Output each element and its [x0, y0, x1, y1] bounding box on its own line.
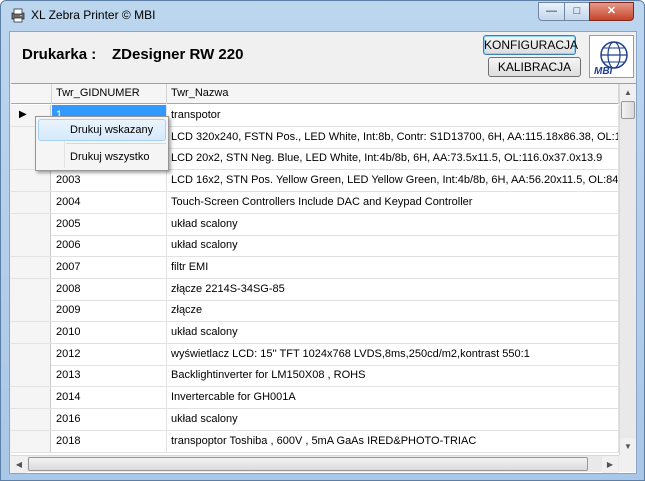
- scroll-left-icon[interactable]: ◀: [11, 456, 27, 473]
- menu-item-print-all[interactable]: Drukuj wszystko: [38, 146, 166, 168]
- cell-gidnumer[interactable]: 2006: [52, 235, 167, 257]
- table-row[interactable]: 2008 złącze 2214S-34SG-85: [11, 278, 619, 301]
- column-header-gidnumer[interactable]: Twr_GIDNUMER: [52, 84, 167, 104]
- table-row[interactable]: 2010 układ scalony: [11, 322, 619, 344]
- context-menu: Drukuj wskazany Drukuj wszystko: [35, 116, 169, 171]
- cell-nazwa[interactable]: Touch-Screen Controllers Include DAC and…: [167, 191, 619, 213]
- scroll-right-icon[interactable]: ▶: [602, 456, 618, 473]
- cell-gidnumer[interactable]: 2004: [52, 191, 167, 213]
- cell-nazwa[interactable]: LCD 16x2, STN Pos. Yellow Green, LED Yel…: [167, 170, 619, 192]
- cell-gidnumer[interactable]: 2009: [52, 300, 167, 322]
- table-row[interactable]: 2007 filtr EMI: [11, 256, 619, 279]
- printer-app-icon: [11, 8, 25, 23]
- window-title: XL Zebra Printer © MBI: [31, 8, 156, 22]
- cell-nazwa[interactable]: złącze: [167, 300, 619, 322]
- config-button[interactable]: KONFIGURACJA: [483, 35, 578, 55]
- printer-label: Drukarka :: [22, 46, 97, 63]
- current-row-arrow-icon: ▶: [19, 109, 27, 120]
- table-row[interactable]: 2005 układ scalony: [11, 213, 619, 236]
- row-header[interactable]: [11, 430, 51, 452]
- cell-nazwa[interactable]: układ scalony: [167, 235, 619, 257]
- vertical-scrollbar[interactable]: ▲ ▼: [619, 84, 636, 455]
- grid-header: Twr_GIDNUMER Twr_Nazwa: [11, 84, 619, 104]
- row-header[interactable]: [11, 213, 51, 235]
- vertical-scroll-thumb[interactable]: [621, 101, 635, 119]
- maximize-button[interactable]: □: [564, 2, 590, 21]
- table-row[interactable]: 2013 Backlightinverter for LM150X08 , ROH…: [11, 365, 619, 388]
- cell-nazwa[interactable]: Backlightinverter for LM150X08 , ROHS: [167, 365, 619, 387]
- cell-gidnumer[interactable]: 2013: [52, 365, 167, 387]
- row-header[interactable]: [11, 170, 51, 192]
- table-row[interactable]: 2009 złącze: [11, 300, 619, 323]
- horizontal-scrollbar[interactable]: ◀ ▶: [11, 455, 619, 473]
- scroll-down-icon[interactable]: ▼: [620, 438, 636, 455]
- mbi-globe-icon: MBI: [594, 41, 628, 77]
- cell-nazwa[interactable]: transpotor: [167, 105, 619, 126]
- title-bar[interactable]: XL Zebra Printer © MBI — □ ✕: [1, 1, 644, 29]
- row-header[interactable]: [11, 278, 51, 300]
- cell-nazwa[interactable]: LCD 320x240, FSTN Pos., LED White, Int:8…: [167, 126, 619, 148]
- context-menu-separator: [66, 143, 166, 144]
- menu-item-print-selected[interactable]: Drukuj wskazany: [38, 119, 166, 141]
- row-header[interactable]: [11, 191, 51, 213]
- app-window: XL Zebra Printer © MBI — □ ✕ Drukarka : …: [0, 0, 645, 481]
- cell-gidnumer[interactable]: 2008: [52, 278, 167, 300]
- cell-gidnumer[interactable]: 2010: [52, 322, 167, 343]
- table-row[interactable]: 2014 Invertercable for GH001A: [11, 387, 619, 410]
- table-row[interactable]: 2003 LCD 16x2, STN Pos. Yellow Green, LED…: [11, 170, 619, 193]
- row-header[interactable]: [11, 343, 51, 365]
- table-row[interactable]: 2006 układ scalony: [11, 235, 619, 258]
- calibration-button[interactable]: KALIBRACJA: [488, 57, 581, 77]
- cell-nazwa[interactable]: układ scalony: [167, 408, 619, 430]
- cell-nazwa[interactable]: transpoptor Toshiba , 600V , 5mA GaAs IR…: [167, 430, 619, 452]
- table-row[interactable]: 2016 układ scalony: [11, 408, 619, 431]
- cell-nazwa[interactable]: Invertercable for GH001A: [167, 387, 619, 409]
- column-header-nazwa[interactable]: Twr_Nazwa: [167, 84, 619, 104]
- logo-text: MBI: [594, 66, 613, 77]
- cell-gidnumer[interactable]: 2014: [52, 387, 167, 409]
- row-header-corner: [11, 84, 52, 104]
- cell-nazwa[interactable]: LCD 20x2, STN Neg. Blue, LED White, Int:…: [167, 148, 619, 170]
- scroll-up-icon[interactable]: ▲: [620, 84, 636, 101]
- cell-nazwa[interactable]: złącze 2214S-34SG-85: [167, 278, 619, 300]
- row-header[interactable]: [11, 235, 51, 257]
- row-header[interactable]: [11, 256, 51, 278]
- row-header[interactable]: [11, 387, 51, 409]
- row-header[interactable]: [11, 408, 51, 430]
- minimize-button[interactable]: —: [538, 2, 565, 21]
- cell-gidnumer[interactable]: 2007: [52, 256, 167, 278]
- cell-gidnumer[interactable]: 2016: [52, 408, 167, 430]
- row-header[interactable]: [11, 322, 51, 343]
- table-row[interactable]: 2018 transpoptor Toshiba , 600V , 5mA GaA…: [11, 430, 619, 453]
- cell-gidnumer[interactable]: 2003: [52, 170, 167, 192]
- close-button[interactable]: ✕: [589, 2, 634, 21]
- client-area: Drukarka : ZDesigner RW 220 KONFIGURACJA…: [9, 31, 637, 474]
- cell-nazwa[interactable]: wyświetlacz LCD: 15'' TFT 1024x768 LVDS,…: [167, 343, 619, 365]
- cell-gidnumer[interactable]: 2012: [52, 343, 167, 365]
- mbi-logo: MBI: [589, 35, 634, 78]
- printer-name: ZDesigner RW 220: [112, 46, 244, 63]
- scrollbar-corner: [619, 455, 636, 472]
- row-header[interactable]: [11, 365, 51, 387]
- cell-nazwa[interactable]: układ scalony: [167, 322, 619, 343]
- table-row[interactable]: 2004 Touch-Screen Controllers Include DAC…: [11, 191, 619, 214]
- cell-gidnumer[interactable]: 2018: [52, 430, 167, 452]
- cell-nazwa[interactable]: układ scalony: [167, 213, 619, 235]
- table-row[interactable]: 2012 wyświetlacz LCD: 15'' TFT 1024x768 L…: [11, 343, 619, 366]
- cell-gidnumer[interactable]: 2005: [52, 213, 167, 235]
- row-header[interactable]: [11, 300, 51, 322]
- horizontal-scroll-thumb[interactable]: [28, 457, 588, 471]
- cell-nazwa[interactable]: filtr EMI: [167, 256, 619, 278]
